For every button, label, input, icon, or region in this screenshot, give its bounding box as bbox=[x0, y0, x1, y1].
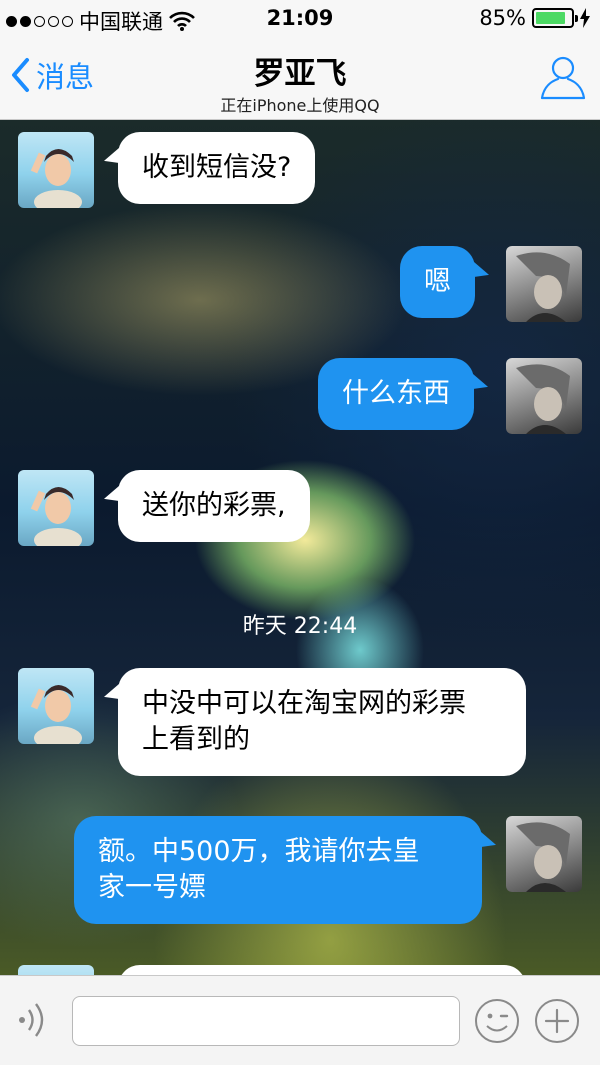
message-bubble[interactable]: 中没中可以在淘宝网的彩票 上看到的 bbox=[118, 668, 526, 776]
friend-avatar[interactable] bbox=[18, 132, 94, 208]
battery-percent: 85% bbox=[479, 6, 526, 30]
profile-icon bbox=[540, 56, 586, 100]
voice-icon bbox=[19, 1003, 44, 1037]
message-bubble[interactable]: 嗯 bbox=[400, 246, 475, 318]
message-bubble[interactable]: 送你的彩票, bbox=[118, 470, 310, 542]
friend-avatar[interactable] bbox=[18, 668, 94, 744]
message-text: 什么东西 bbox=[342, 378, 450, 409]
message-text: 收到短信没? bbox=[142, 152, 292, 183]
battery-info: 85% bbox=[479, 6, 590, 30]
input-bar bbox=[0, 975, 600, 1065]
battery-icon bbox=[532, 8, 578, 28]
message-input[interactable] bbox=[72, 996, 460, 1046]
message-text: 送你的彩票, bbox=[142, 490, 286, 521]
message-text-line: 家一号嫖 bbox=[98, 872, 206, 903]
message-bubble[interactable]: 收到短信没? bbox=[118, 132, 316, 204]
voice-button[interactable] bbox=[16, 1000, 54, 1044]
self-avatar[interactable] bbox=[506, 816, 582, 892]
friend-avatar[interactable] bbox=[18, 470, 94, 546]
nav-bar: 消息 罗亚飞 正在iPhone上使用QQ bbox=[0, 38, 600, 120]
message-bubble[interactable] bbox=[118, 965, 526, 975]
message-text: 嗯 bbox=[424, 266, 451, 297]
more-button[interactable] bbox=[534, 998, 580, 1048]
contact-status: 正在iPhone上使用QQ bbox=[220, 96, 380, 115]
emoji-icon bbox=[475, 999, 519, 1043]
message-text-line: 上看到的 bbox=[142, 724, 250, 755]
emoji-button[interactable] bbox=[474, 998, 520, 1048]
message-text-line: 额。中500万，我请你去皇 bbox=[98, 836, 420, 867]
self-avatar[interactable] bbox=[506, 246, 582, 322]
self-avatar[interactable] bbox=[506, 358, 582, 434]
profile-button[interactable] bbox=[540, 54, 586, 104]
chat-area[interactable]: 收到短信没? 嗯 什么东西 送你的彩票, 昨天 22:44 中没中可以在淘宝网的… bbox=[0, 120, 600, 975]
status-bar: 中国联通 21:09 85% bbox=[0, 0, 600, 38]
friend-avatar[interactable] bbox=[18, 965, 94, 975]
timestamp: 昨天 22:44 bbox=[242, 614, 358, 639]
plus-icon bbox=[535, 999, 579, 1043]
message-bubble[interactable]: 什么东西 bbox=[318, 358, 474, 430]
message-bubble[interactable]: 额。中500万，我请你去皇 家一号嫖 bbox=[74, 816, 482, 924]
battery-fill bbox=[536, 12, 565, 24]
charging-icon bbox=[580, 8, 590, 28]
contact-name: 罗亚飞 bbox=[253, 56, 347, 92]
message-text-line: 中没中可以在淘宝网的彩票 bbox=[142, 688, 466, 719]
